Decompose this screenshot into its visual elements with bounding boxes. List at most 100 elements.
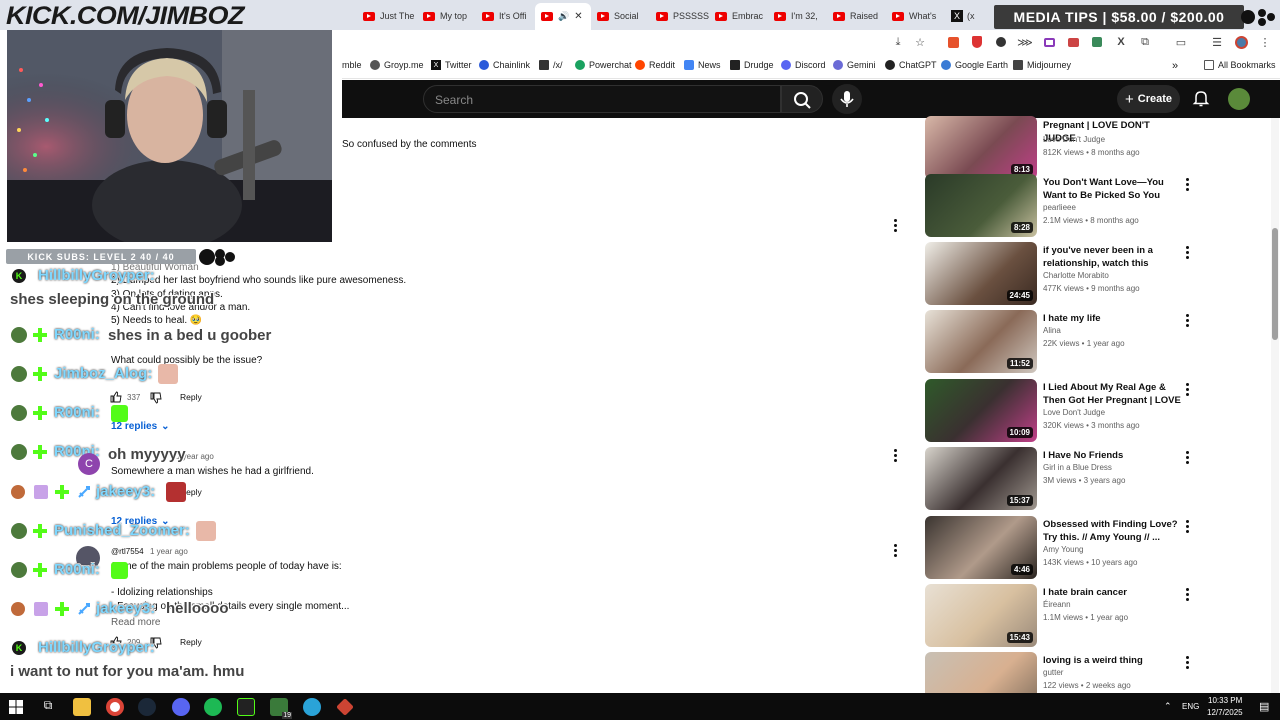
comment-more-icon[interactable] [894, 219, 898, 233]
page-scrollbar[interactable] [1271, 118, 1279, 693]
comment-more-icon[interactable] [894, 544, 898, 558]
video-more-icon[interactable] [1186, 246, 1190, 260]
spotify-icon[interactable] [204, 698, 222, 716]
video-item[interactable]: 24:45 if you've never been in a relation… [925, 242, 1195, 306]
bookmark[interactable]: Midjourney [1013, 60, 1071, 70]
clock-date[interactable]: 12/7/2025 [1207, 708, 1243, 717]
scrollbar-thumb[interactable] [1272, 228, 1278, 340]
video-item[interactable]: 8:13 Pregnant | LOVE DON'T JUDGE Love Do… [925, 116, 1195, 180]
clock-time[interactable]: 10:33 PM [1208, 696, 1242, 705]
notifications-icon[interactable]: ▤ [1259, 700, 1269, 713]
video-more-icon[interactable] [1186, 588, 1190, 602]
browser-tab[interactable]: Just The [363, 5, 418, 27]
bookmark[interactable]: ChatGPT [885, 60, 937, 70]
video-channel[interactable]: Love Don't Judge [1043, 135, 1105, 144]
task-view-icon[interactable]: ⧉ [39, 698, 57, 716]
bookmark[interactable]: Discord [781, 60, 826, 70]
video-title[interactable]: I Lied About My Real Age & Then Got Her … [1043, 381, 1181, 407]
video-thumbnail[interactable]: 4:46 [925, 516, 1037, 579]
star-icon[interactable]: ☆ [912, 34, 928, 50]
steam-icon[interactable] [138, 698, 156, 716]
video-title[interactable]: I Have No Friends [1043, 449, 1181, 462]
browser-tab[interactable]: My top [423, 5, 478, 27]
xbox-icon[interactable]: 19 [270, 698, 292, 719]
discord-icon[interactable] [172, 698, 190, 716]
video-more-icon[interactable] [1186, 178, 1190, 192]
video-title[interactable]: You Don't Want Love—You Want to Be Picke… [1043, 176, 1181, 202]
video-title[interactable]: loving is a weird thing [1043, 654, 1181, 667]
read-more-link[interactable]: Read more [111, 617, 160, 628]
video-thumbnail[interactable]: 15:43 [925, 584, 1037, 647]
install-icon[interactable]: ⤓ [890, 34, 906, 50]
view-replies-button[interactable]: 12 replies ⌄ [111, 421, 170, 432]
downloads-icon[interactable]: ☰ [1209, 34, 1225, 50]
notifications-bell-icon[interactable] [1191, 88, 1211, 108]
browser-tab[interactable]: Social [597, 5, 652, 27]
bookmark[interactable]: /x/ [539, 60, 563, 70]
app-icon[interactable] [336, 698, 354, 716]
video-item[interactable]: loving is a weird thing gutter 122 views… [925, 652, 1195, 693]
extension-icon[interactable] [1089, 34, 1105, 50]
extension-icon[interactable] [1065, 34, 1081, 50]
comment-author[interactable]: @rtl7554 [111, 547, 144, 556]
browser-tab[interactable]: X (x [951, 5, 991, 27]
extension-icon[interactable] [1041, 34, 1057, 50]
video-channel[interactable]: Girl in a Blue Dress [1043, 463, 1112, 472]
video-title[interactable]: if you've never been in a relationship, … [1043, 244, 1181, 270]
bookmark[interactable]: Chainlink [479, 60, 530, 70]
search-button[interactable] [781, 85, 823, 113]
bookmark[interactable]: Google Earth [941, 60, 1008, 70]
video-channel[interactable]: Love Don't Judge [1043, 408, 1105, 417]
create-button[interactable]: + Create [1117, 85, 1180, 113]
bookmark[interactable]: Groyp.me [370, 60, 424, 70]
browser-tab[interactable]: It's Offi [482, 5, 537, 27]
browser-tab[interactable]: I'm 32, [774, 5, 829, 27]
account-avatar[interactable] [1228, 88, 1250, 110]
video-channel[interactable]: gutter [1043, 668, 1063, 677]
search-input[interactable]: Search [423, 85, 781, 113]
video-item[interactable]: 4:46 Obsessed with Finding Love? Try thi… [925, 516, 1195, 580]
video-item[interactable]: 11:52 I hate my life Alina 22K views • 1… [925, 310, 1195, 374]
comment-more-icon[interactable] [894, 449, 898, 463]
close-tab-icon[interactable]: ✕ [574, 11, 582, 22]
browser-tab[interactable]: Embrac [715, 5, 770, 27]
chrome-icon[interactable] [106, 698, 124, 716]
video-title[interactable]: Obsessed with Finding Love? Try this. //… [1043, 518, 1181, 544]
browser-tab[interactable]: PSSSSS [656, 5, 711, 27]
video-channel[interactable]: Alina [1043, 326, 1061, 335]
bookmark[interactable]: Powerchat [575, 60, 632, 70]
video-thumbnail[interactable]: 15:37 [925, 447, 1037, 510]
bookmark[interactable]: Gemini [833, 60, 876, 70]
telegram-icon[interactable] [303, 698, 321, 716]
video-more-icon[interactable] [1186, 656, 1190, 670]
translate-icon[interactable]: ⋙ [1017, 34, 1033, 50]
bookmarks-overflow-icon[interactable]: » [1172, 60, 1178, 72]
bookmark[interactable]: Drudge [730, 60, 774, 70]
windows-start-icon[interactable] [9, 700, 23, 714]
extension-icon[interactable] [945, 34, 961, 50]
bookmark[interactable]: X Twitter [431, 60, 472, 70]
video-more-icon[interactable] [1186, 451, 1190, 465]
profile-icon[interactable] [1233, 34, 1249, 50]
browser-tab[interactable]: Raised [833, 5, 888, 27]
video-channel[interactable]: Éireann [1043, 600, 1071, 609]
reading-list-icon[interactable]: ▭ [1173, 34, 1189, 50]
video-item[interactable]: 15:43 I hate brain cancer Éireann 1.1M v… [925, 584, 1195, 648]
puzzle-icon[interactable]: ⧉ [1137, 34, 1153, 50]
video-thumbnail[interactable] [925, 652, 1037, 693]
video-channel[interactable]: Charlotte Morabito [1043, 271, 1109, 280]
video-thumbnail[interactable]: 10:09 [925, 379, 1037, 442]
shield-icon[interactable] [969, 34, 985, 50]
reply-button[interactable]: Reply [180, 392, 202, 402]
video-item[interactable]: 15:37 I Have No Friends Girl in a Blue D… [925, 447, 1195, 511]
bookmark[interactable]: News [684, 60, 721, 70]
video-thumbnail[interactable]: 8:13 [925, 116, 1037, 179]
voice-search-button[interactable] [832, 84, 862, 114]
reply-button[interactable]: Reply [180, 637, 202, 647]
video-channel[interactable]: Amy Young [1043, 545, 1083, 554]
video-item[interactable]: 10:09 I Lied About My Real Age & Then Go… [925, 379, 1195, 443]
video-more-icon[interactable] [1186, 383, 1190, 397]
x-extension-icon[interactable]: X [1113, 34, 1129, 50]
video-title[interactable]: I hate my life [1043, 312, 1181, 325]
kick-app-icon[interactable] [237, 698, 255, 716]
